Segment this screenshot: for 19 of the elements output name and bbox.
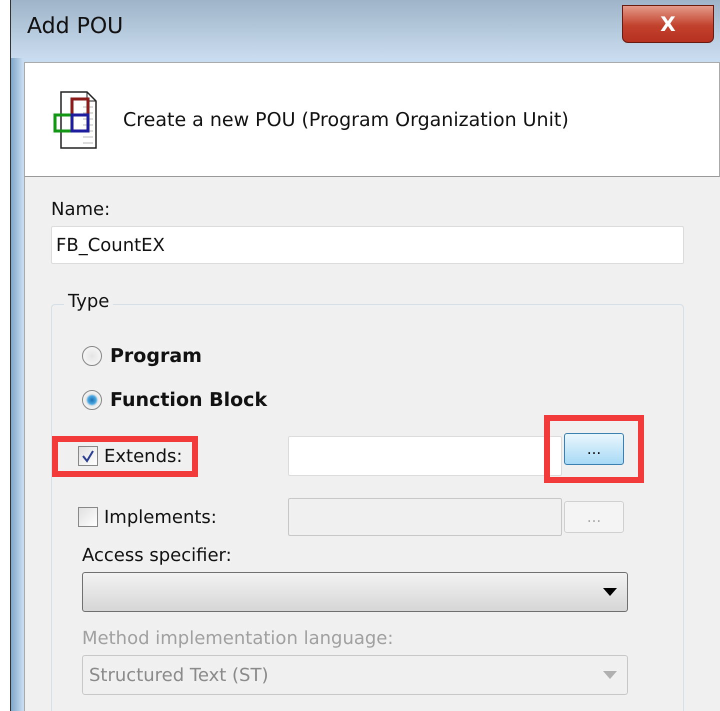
type-legend: Type xyxy=(64,291,114,312)
radio-option[interactable]: Program xyxy=(82,341,655,371)
checkbox-option[interactable]: Extends: xyxy=(78,446,182,466)
radio-option[interactable]: Function Block xyxy=(82,385,655,415)
name-label: Name: xyxy=(51,199,112,220)
method-label: Method implementation language: xyxy=(82,628,394,649)
access-label: Access specifier: xyxy=(82,545,233,566)
class-field[interactable] xyxy=(288,436,562,476)
method-value: Structured Text (ST) xyxy=(89,664,268,686)
access-dropdown[interactable] xyxy=(82,572,628,612)
dropdown-arrow-icon xyxy=(603,588,617,596)
header-text: Create a new POU (Program Organization Unit) xyxy=(123,108,569,130)
browse-button[interactable]: ... xyxy=(564,433,624,465)
dropdown-arrow-icon xyxy=(603,671,617,679)
close-button[interactable]: X xyxy=(622,5,714,43)
document-icon xyxy=(53,90,97,148)
checkbox[interactable] xyxy=(78,446,98,466)
window-title: Add POU xyxy=(27,14,124,39)
name-field[interactable]: FB_CountEX xyxy=(51,226,684,264)
